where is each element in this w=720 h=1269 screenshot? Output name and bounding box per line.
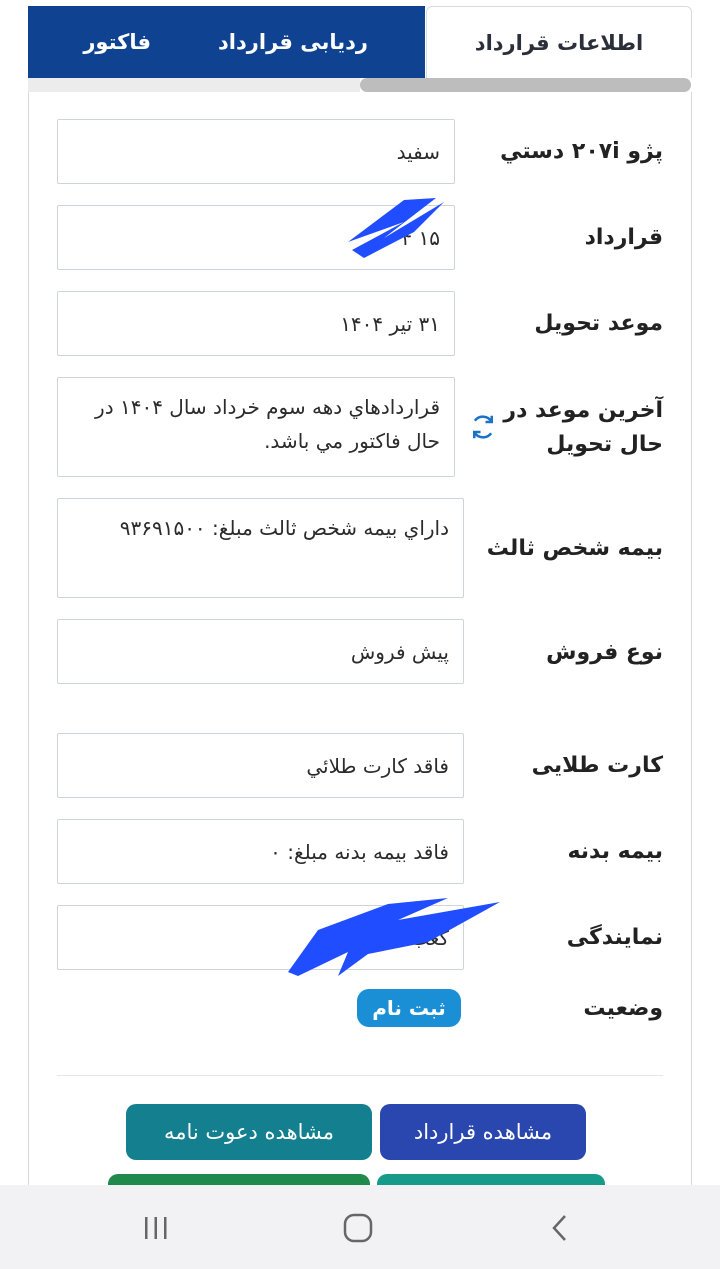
section-divider [57, 1075, 663, 1076]
gold-card-field: فاقد کارت طلائي [57, 733, 464, 798]
tab-invoice[interactable]: فاکتور [28, 6, 161, 78]
third-party-insurance-field: داراي بيمه شخص ثالث مبلغ: ۹۳۶۹۱۵۰۰ [57, 498, 464, 598]
tab-bar: اطلاعات قرارداد ردیابی قرارداد فاکتور [28, 6, 692, 78]
tab-contract-tracking[interactable]: ردیابی قرارداد [161, 6, 426, 78]
body-insurance-field: فاقد بيمه بدنه مبلغ: ۰ [57, 819, 464, 884]
refresh-icon[interactable] [468, 412, 498, 442]
agency-label: نمایندگی [566, 925, 663, 950]
home-icon[interactable] [333, 1203, 383, 1253]
last-delivery-field: قراردادهاي دهه سوم خرداد سال ۱۴۰۴ در حال… [57, 377, 455, 477]
redaction-scribble [288, 898, 500, 976]
recent-apps-icon[interactable] [131, 1203, 181, 1253]
tab-strip-track [28, 78, 360, 92]
gold-card-label: کارت طلایی [531, 753, 663, 778]
car-model-label: پژو ۲۰۷i دستي [500, 139, 663, 164]
tab-contract-info[interactable]: اطلاعات قرارداد [426, 6, 692, 78]
sale-type-field: پيش فروش [57, 619, 464, 684]
back-icon[interactable] [535, 1203, 585, 1253]
horizontal-scrollbar[interactable] [360, 78, 691, 92]
third-party-insurance-label: بیمه شخص ثالث [486, 536, 663, 561]
view-invitation-button[interactable]: مشاهده دعوت نامه [126, 1104, 372, 1160]
view-contract-button[interactable]: مشاهده قرارداد [380, 1104, 586, 1160]
sale-type-label: نوع فروش [546, 640, 663, 665]
system-navigation-bar [0, 1185, 720, 1269]
delivery-date-label: موعد تحویل [534, 311, 663, 336]
last-delivery-label: آخرین موعد در حال تحویل [503, 398, 663, 457]
car-color-field: سفيد [57, 119, 455, 184]
delivery-date-field: ۳۱ تیر ۱۴۰۴ [57, 291, 455, 356]
status-label: وضعیت [583, 996, 663, 1021]
contract-label: قرارداد [584, 225, 663, 250]
body-insurance-label: بیمه بدنه [567, 839, 663, 864]
redaction-scribble [348, 198, 444, 258]
status-badge: ثبت نام [357, 989, 461, 1027]
